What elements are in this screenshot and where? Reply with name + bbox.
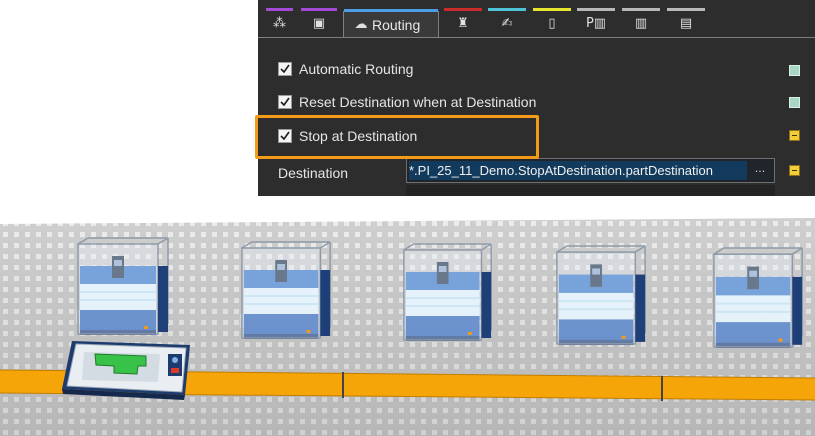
tab-color-bar: [344, 9, 438, 12]
tab-color-bar: [577, 8, 615, 11]
tab-p-chart[interactable]: P▥: [577, 8, 615, 35]
tab-signature[interactable]: ✍: [488, 8, 526, 35]
properties-panel: ⁂ ▣ ☁ Routing ♜ ✍ ▯ P▥ ▥ ▤ Automatic Rou…: [258, 0, 815, 196]
work-station-5[interactable]: [710, 246, 804, 349]
signature-icon: ✍: [501, 16, 513, 31]
battery-icon: ▯: [548, 16, 556, 31]
document-icon: ▤: [679, 16, 693, 31]
destination-browse-button[interactable]: ...: [749, 162, 771, 179]
work-station-1[interactable]: [75, 237, 169, 336]
destination-status-indicator: [789, 165, 800, 176]
tab-color-bar: [444, 8, 482, 11]
work-station-3[interactable]: [400, 243, 493, 342]
tab-color-bar: [533, 8, 571, 11]
highlight-frame: [255, 115, 539, 159]
tree-icon: ⁂: [273, 16, 286, 31]
simulation-3d-view: [0, 196, 815, 436]
p-chart-icon: P▥: [585, 16, 607, 31]
dropdown-edge: [406, 185, 775, 196]
tab-color-bar: [667, 8, 705, 11]
destination-field[interactable]: *.PI_25_11_Demo.StopAtDestination.partDe…: [406, 158, 775, 183]
tab-color-bar: [622, 8, 660, 11]
work-station-4[interactable]: [553, 244, 647, 346]
checkmark-icon: [280, 64, 290, 74]
tab-strip: ⁂ ▣ ☁ Routing ♜ ✍ ▯ P▥ ▥ ▤: [258, 0, 815, 38]
tab-routing[interactable]: ☁ Routing: [343, 9, 439, 38]
checkmark-icon: [280, 97, 290, 107]
tab-color-bar: [301, 8, 337, 11]
automatic-routing-status-indicator: [789, 65, 800, 76]
automatic-routing-checkbox[interactable]: [278, 62, 292, 76]
tab-document[interactable]: ▤: [667, 8, 705, 35]
option-automatic-routing[interactable]: Automatic Routing: [278, 60, 798, 82]
box-icon: ▣: [312, 16, 326, 31]
reset-destination-label: Reset Destination when at Destination: [299, 94, 537, 110]
automatic-routing-label: Automatic Routing: [299, 61, 414, 77]
tab-color-bar: [488, 8, 526, 11]
routing-icon: ☁: [354, 17, 368, 32]
option-reset-destination[interactable]: Reset Destination when at Destination: [278, 93, 798, 115]
agv-vehicle[interactable]: [62, 341, 190, 400]
destination-value[interactable]: *.PI_25_11_Demo.StopAtDestination.partDe…: [409, 161, 747, 180]
tab-battery[interactable]: ▯: [533, 8, 571, 35]
stop-at-destination-status-indicator: [789, 130, 800, 141]
reset-destination-status-indicator: [789, 97, 800, 108]
tab-color-bar: [266, 8, 293, 11]
chart-icon: ▥: [634, 16, 648, 31]
scene-canvas: [0, 196, 815, 436]
tab-chart[interactable]: ▥: [622, 8, 660, 35]
tab-routing-label: Routing: [372, 17, 421, 33]
tab-underline: [258, 37, 815, 38]
tab-tree[interactable]: ⁂: [266, 8, 293, 35]
destination-label: Destination: [278, 165, 349, 181]
beacon-icon: ♜: [457, 16, 469, 31]
tab-box[interactable]: ▣: [301, 8, 337, 35]
tab-beacon[interactable]: ♜: [444, 8, 482, 35]
reset-destination-checkbox[interactable]: [278, 95, 292, 109]
work-station-2[interactable]: [238, 241, 332, 340]
